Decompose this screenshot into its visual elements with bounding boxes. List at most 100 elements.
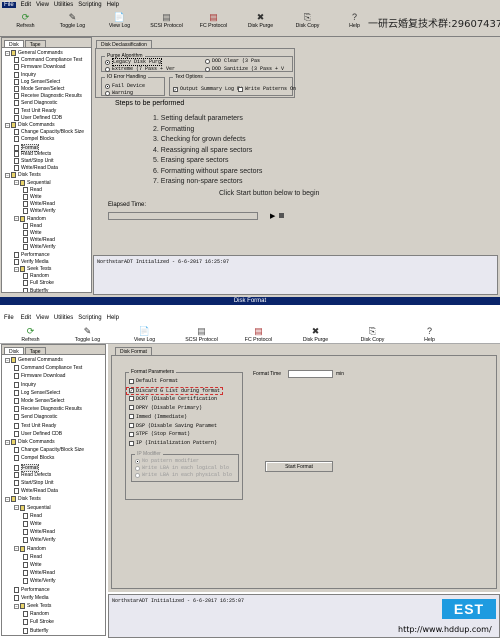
tree-item-write-read-data[interactable]: Write/Read Data [14, 488, 58, 495]
tree-item-read[interactable]: Read [23, 186, 42, 193]
purge-dod-sanitize-radio[interactable]: DOD Sanitize (3 Pass + V [205, 66, 284, 72]
tree-item-write[interactable]: Write [23, 230, 42, 236]
view-log-button[interactable]: 📄 View Log [116, 324, 173, 343]
tree-item-mode-sense-select[interactable]: Mode Sense/Select [14, 86, 64, 92]
menu-view[interactable]: View [36, 315, 49, 321]
tree-item-compel-blocks[interactable]: Compel Blocks [14, 455, 54, 462]
tree-item-write[interactable]: Write [23, 521, 42, 527]
tree-item-inquiry[interactable]: Inquiry [14, 381, 36, 388]
menu-file[interactable]: File [2, 315, 16, 321]
tree-item-test-unit-ready[interactable]: Test Unit Ready [14, 107, 56, 114]
scsi-protocol-button[interactable]: ▤ SCSI Protocol [173, 324, 230, 343]
menu-utilities[interactable]: Utilities [54, 2, 73, 8]
tree-item-log-sense-select[interactable]: Log Sense/Select [14, 389, 60, 396]
tree-folder-sequential[interactable]: − Sequential [14, 504, 51, 511]
refresh-button[interactable]: ⟳ Refresh [2, 324, 59, 343]
tab-tape[interactable]: Tape [24, 347, 46, 355]
expand-icon[interactable]: − [14, 266, 19, 272]
tree-folder-disk-tests[interactable]: − Disk Tests [5, 172, 41, 179]
expand-icon[interactable]: − [14, 603, 19, 609]
disk-purge-button[interactable]: ✖ Disk Purge [287, 324, 344, 343]
fc-protocol-button[interactable]: ▤ FC Protocol [190, 10, 237, 29]
menu-help[interactable]: Help [107, 315, 119, 321]
param-immed-immediate-checkbox[interactable]: Immed (Immediate) [129, 414, 187, 420]
expand-icon[interactable]: − [5, 357, 10, 363]
toggle-log-button[interactable]: ✎ Toggle Log [59, 324, 116, 343]
tree-item-format[interactable]: Format [14, 463, 39, 472]
tree-item-write-read[interactable]: Write/Read [23, 201, 55, 208]
toggle-log-button[interactable]: ✎ Toggle Log [49, 10, 96, 29]
disk-copy-button[interactable]: ⎘ Disk Copy [284, 10, 331, 29]
tab-disk[interactable]: Disk [4, 40, 24, 48]
tree-item-receive-diagnostic-results[interactable]: Receive Diagnostic Results [14, 406, 82, 413]
tree-item-verify-media[interactable]: Verify Media [14, 594, 49, 601]
expand-icon[interactable]: − [5, 50, 10, 56]
tree-item-write-read[interactable]: Write/Read [23, 237, 55, 244]
tree-folder-general-commands[interactable]: − General Commands [5, 357, 63, 363]
refresh-button[interactable]: ⟳ Refresh [2, 10, 49, 29]
ip-modifier-no-pattern-modifier-radio[interactable]: No pattern modifier [135, 458, 199, 464]
tree-item-log-sense-select[interactable]: Log Sense/Select [14, 78, 60, 85]
param-dsp-disable-saving-paramet-checkbox[interactable]: DSP (Disable Saving Paramet [129, 423, 217, 429]
expand-icon[interactable]: − [14, 180, 19, 186]
tree-item-performance[interactable]: Performance [14, 586, 50, 593]
tree-item-test-unit-ready[interactable]: Test Unit Ready [14, 422, 56, 429]
ip-modifier-write-lba-in-each-logical-blo-radio[interactable]: Write LBA in each logical blo [135, 465, 229, 471]
tree-folder-random[interactable]: − Random [14, 215, 46, 222]
purge-extreme-radio[interactable]: Extreme (7 Pass + Ver [105, 66, 175, 72]
param-ip-initialization-pattern-checkbox[interactable]: IP (Initialization Pattern) [129, 440, 217, 446]
tree-item-butterfly[interactable]: Butterfly [23, 287, 48, 292]
tree-item-send-diagnostic[interactable]: Send Diagnostic [14, 100, 57, 107]
tree-item-full-stroke[interactable]: Full Stroke [23, 280, 54, 287]
tree-item-write-read[interactable]: Write/Read [23, 570, 55, 577]
tree-item-write[interactable]: Write [23, 194, 42, 200]
tree-item-firmware-download[interactable]: Firmware Download [14, 373, 65, 380]
tree-item-inquiry[interactable]: Inquiry [14, 71, 36, 78]
tree-item-mode-sense-select[interactable]: Mode Sense/Select [14, 398, 64, 404]
expand-icon[interactable]: − [5, 496, 10, 502]
tree-folder-sequential[interactable]: − Sequential [14, 179, 51, 186]
start-format-button[interactable]: Start Format [265, 461, 333, 472]
tree-item-write-read[interactable]: Write/Read [23, 529, 55, 536]
view-log-button[interactable]: 📄 View Log [96, 10, 143, 29]
tree-item-write-verify[interactable]: Write/Verify [23, 244, 55, 251]
tree-item-write-verify[interactable]: Write/Verify [23, 578, 55, 585]
tree-folder-general-commands[interactable]: − General Commands [5, 50, 63, 56]
expand-icon[interactable]: − [5, 122, 10, 128]
menu-help[interactable]: Help [107, 2, 119, 8]
tree-folder-seek-tests[interactable]: − Seek Tests [14, 266, 51, 272]
scsi-protocol-button[interactable]: ▤ SCSI Protocol [143, 10, 190, 29]
tree-item-read-defects[interactable]: Read Defects [14, 150, 51, 157]
tree-item-read-defects[interactable]: Read Defects [14, 471, 51, 478]
tree-item-random[interactable]: Random [23, 611, 49, 618]
disk-copy-button[interactable]: ⎘ Disk Copy [344, 324, 401, 343]
stop-icon[interactable] [279, 213, 284, 218]
tree-item-change-capacity-block-size[interactable]: Change Capacity/Block Size [14, 447, 84, 454]
param-dcrt-disable-certification-checkbox[interactable]: DCRT (Disable Certification [129, 396, 217, 402]
output-summary-checkbox[interactable]: ✓ Output Summary Log Fi [173, 86, 243, 92]
expand-icon[interactable]: − [14, 505, 19, 511]
tree-folder-disk-commands[interactable]: − Disk Commands [5, 122, 55, 128]
purge-legacy-radio[interactable]: Legacy Disk Purg [105, 58, 163, 66]
expand-icon[interactable]: − [5, 439, 10, 445]
tree-item-verify-media[interactable]: Verify Media [14, 258, 49, 265]
disk-purge-button[interactable]: ✖ Disk Purge [237, 10, 284, 29]
tree-item-performance[interactable]: Performance [14, 251, 50, 258]
tree-item-write[interactable]: Write [23, 562, 42, 568]
tree-item-user-defined-cdb[interactable]: User Defined CDB [14, 114, 62, 121]
tree-item-read[interactable]: Read [23, 512, 42, 519]
menu-scripting[interactable]: Scripting [78, 315, 101, 321]
tree-item-change-capacity-block-size[interactable]: Change Capacity/Block Size [14, 129, 84, 136]
tree-item-receive-diagnostic-results[interactable]: Receive Diagnostic Results [14, 93, 82, 100]
tree-folder-disk-commands[interactable]: − Disk Commands [5, 439, 55, 445]
help-button[interactable]: ? Help [401, 324, 458, 343]
tree-item-write-read-data[interactable]: Write/Read Data [14, 165, 58, 172]
tree-item-command-compliance-test[interactable]: Command Compliance Test [14, 57, 82, 64]
tree-item-random[interactable]: Random [23, 273, 49, 280]
menu-edit[interactable]: Edit [21, 2, 31, 8]
menu-utilities[interactable]: Utilities [54, 315, 73, 321]
tab-tape[interactable]: Tape [24, 40, 46, 48]
tree-item-command-compliance-test[interactable]: Command Compliance Test [14, 365, 82, 372]
menu-view[interactable]: View [36, 2, 49, 8]
tree-item-start-stop-unit[interactable]: Start/Stop Unit [14, 480, 54, 486]
